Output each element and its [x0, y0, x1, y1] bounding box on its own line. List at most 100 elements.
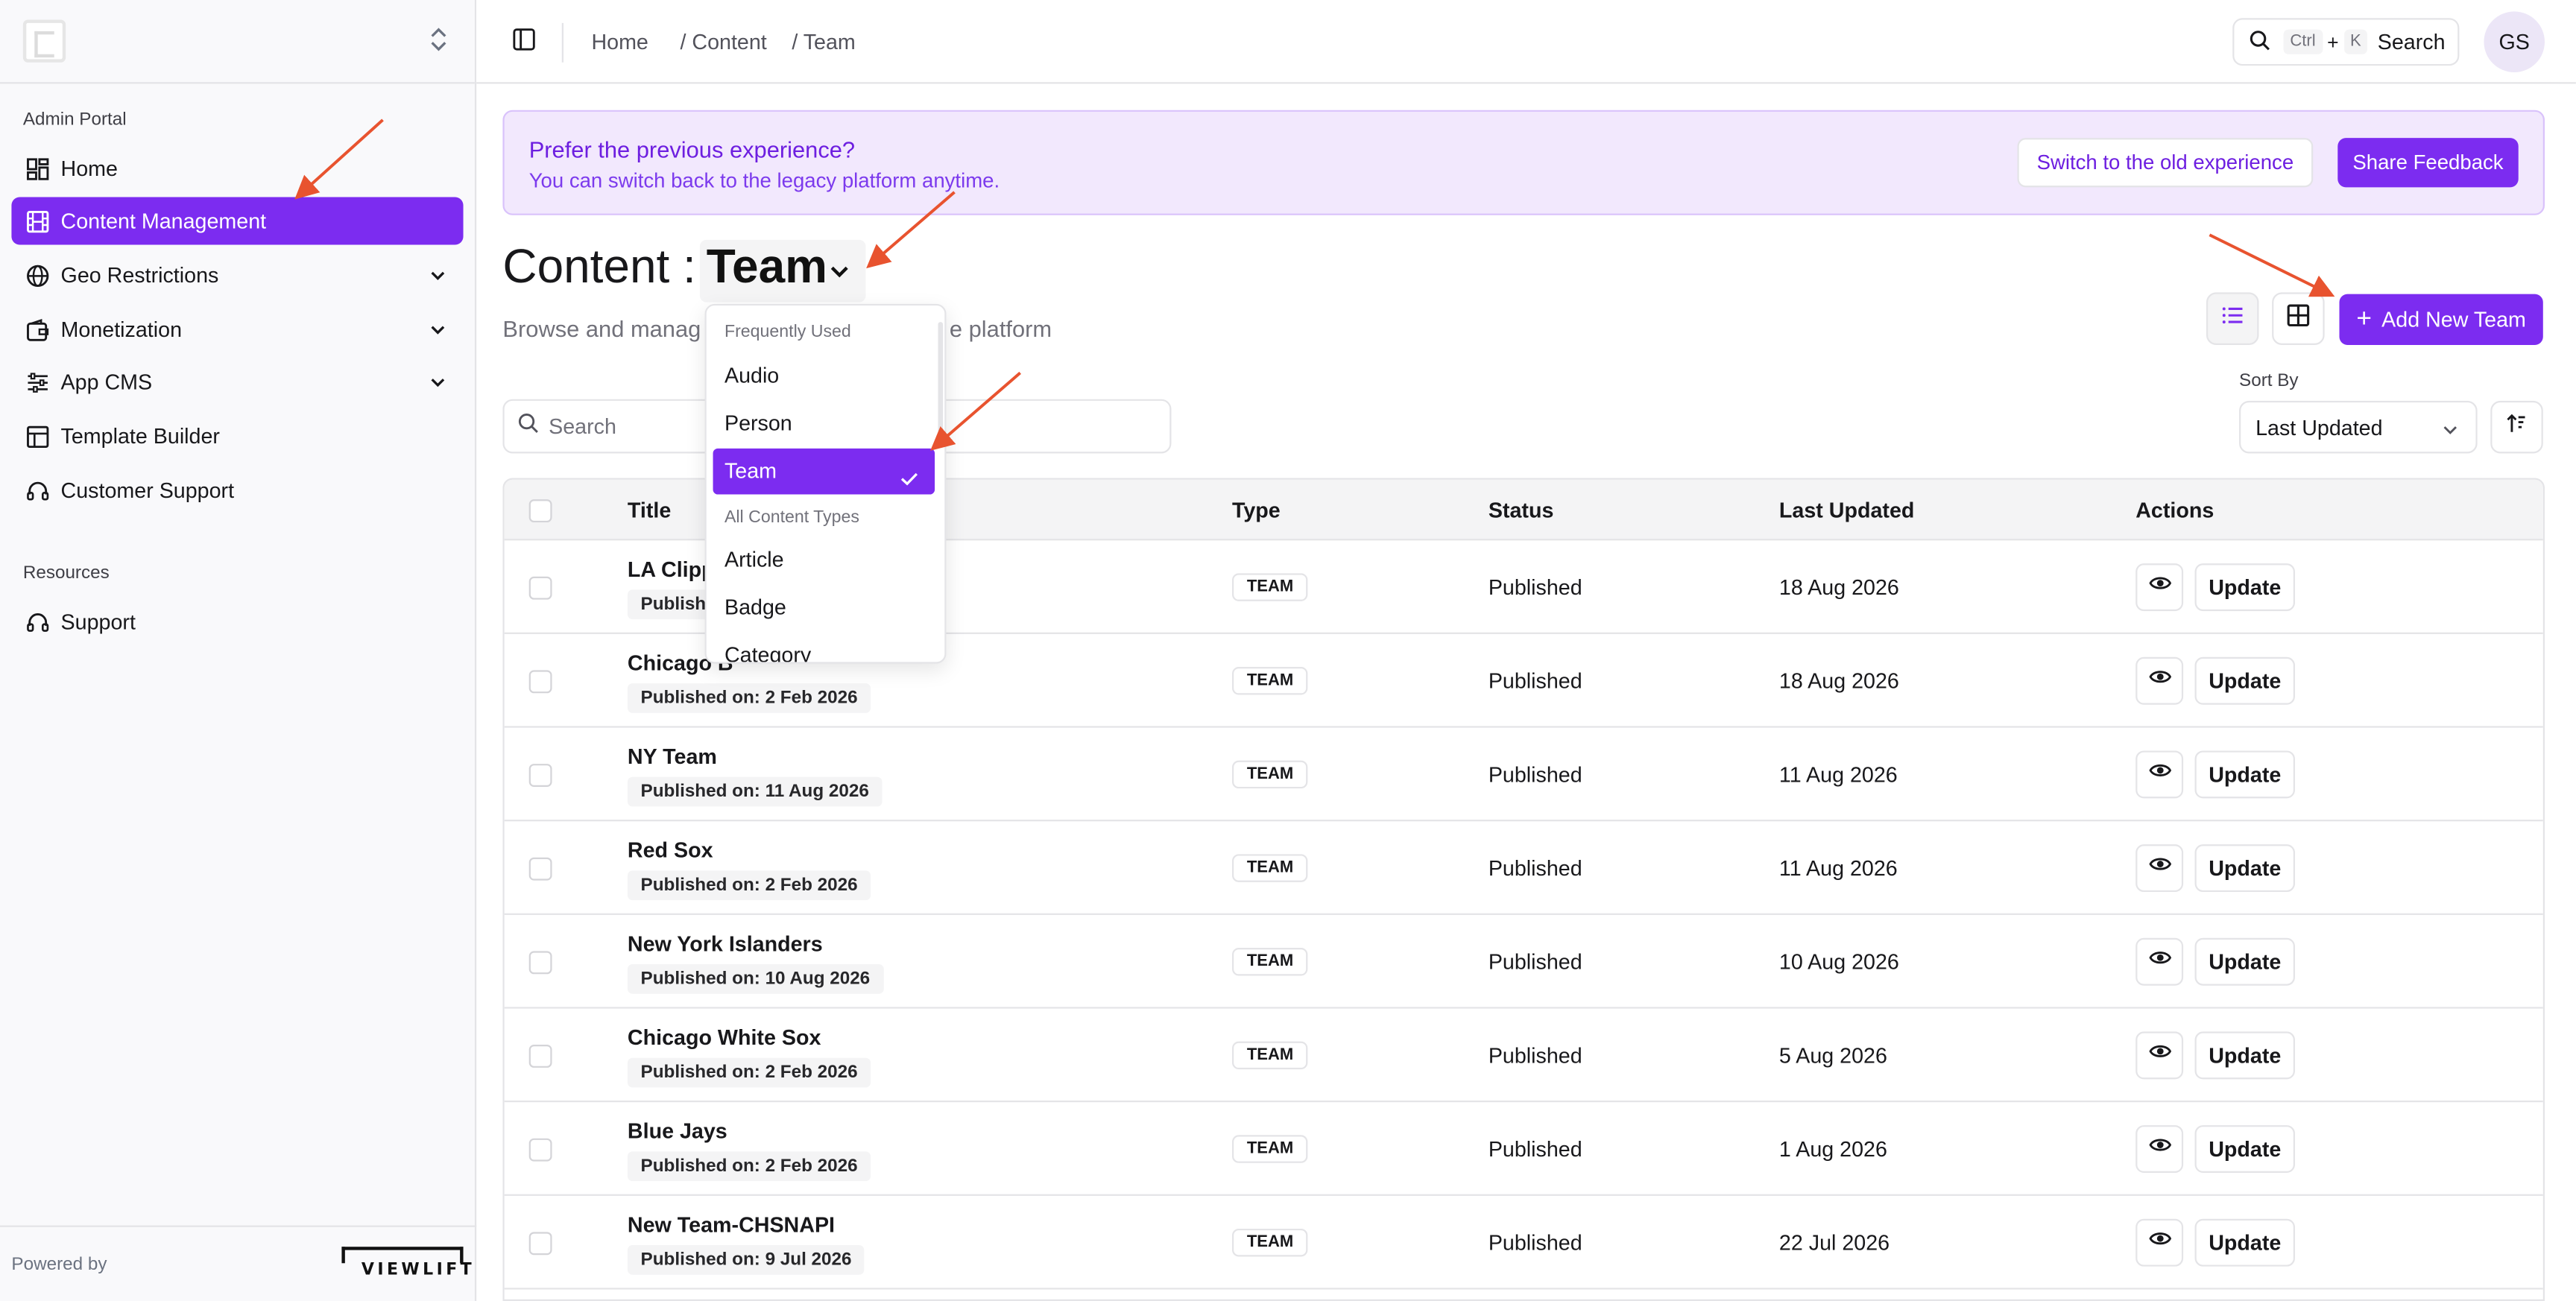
sidebar-item-content-management[interactable]: Content Management: [11, 197, 464, 245]
type-badge: TEAM: [1232, 573, 1309, 601]
sort-order-icon: [2505, 411, 2528, 443]
view-button[interactable]: [2135, 1218, 2184, 1267]
update-button[interactable]: Update: [2194, 750, 2295, 799]
update-button[interactable]: Update: [2194, 563, 2295, 612]
view-button[interactable]: [2135, 1125, 2184, 1174]
sidebar-toggle-icon[interactable]: [513, 28, 539, 54]
row-checkbox[interactable]: [528, 670, 552, 694]
update-button[interactable]: Update: [2194, 656, 2295, 705]
sidebar-item-template-builder[interactable]: Template Builder: [11, 412, 463, 460]
grid-view-button[interactable]: [2272, 292, 2325, 345]
update-button[interactable]: Update: [2194, 1218, 2295, 1267]
dropdown-scrollbar[interactable]: [938, 322, 944, 437]
update-button[interactable]: Update: [2194, 937, 2295, 986]
app-root: Admin Portal Home Content Management Geo…: [0, 0, 2576, 1301]
switch-old-experience-button[interactable]: Switch to the old experience: [2017, 138, 2314, 188]
row-title[interactable]: Red Sox: [628, 838, 713, 862]
update-button[interactable]: Update: [2194, 1031, 2295, 1080]
row-title[interactable]: Blue Jays: [628, 1118, 727, 1143]
type-badge: TEAM: [1232, 1041, 1309, 1070]
share-feedback-button[interactable]: Share Feedback: [2337, 138, 2519, 188]
row-checkbox[interactable]: [528, 576, 552, 600]
row-title[interactable]: New York Islanders: [628, 931, 823, 956]
table-row: Blue Jays Published on: 2 Feb 2026 TEAM Pub…: [504, 1102, 2543, 1196]
view-button[interactable]: [2135, 656, 2184, 705]
chevron-down-icon: [429, 265, 446, 289]
row-checkbox[interactable]: [528, 1045, 552, 1068]
dropdown-option-team[interactable]: Team: [713, 448, 935, 495]
sort-by-select[interactable]: Last Updated: [2239, 400, 2478, 454]
sort-direction-button[interactable]: [2490, 400, 2543, 454]
row-title[interactable]: LA Clipp: [628, 557, 715, 581]
select-all-checkbox[interactable]: [528, 499, 552, 523]
column-last-updated[interactable]: Last Updated: [1779, 498, 1914, 522]
update-button[interactable]: Update: [2194, 1125, 2295, 1174]
dropdown-group-frequent: Frequently Used: [724, 322, 851, 342]
row-title[interactable]: NY Team: [628, 744, 717, 769]
eye-icon: [2148, 665, 2171, 697]
status-text: Published: [1488, 668, 1582, 694]
search-input[interactable]: [549, 414, 713, 439]
sidebar-item-geo-restrictions[interactable]: Geo Restrictions: [11, 251, 463, 299]
banner-title: Prefer the previous experience?: [528, 136, 856, 163]
status-text: Published: [1488, 1042, 1582, 1068]
row-title[interactable]: New Team-CHSNAPI: [628, 1212, 835, 1237]
film-icon: [25, 209, 49, 233]
type-badge: TEAM: [1232, 1135, 1309, 1163]
update-button[interactable]: Update: [2194, 844, 2295, 893]
dropdown-option-person[interactable]: Person: [713, 401, 935, 447]
powered-by-label: Powered by: [11, 1255, 107, 1275]
view-button[interactable]: [2135, 1031, 2184, 1080]
status-text: Published: [1488, 574, 1582, 600]
table-row: New York Islanders Published on: 10 Aug 2…: [504, 915, 2543, 1009]
page-subtitle-tail: e platform: [949, 315, 1052, 342]
sidebar: Admin Portal Home Content Management Geo…: [0, 0, 477, 1301]
sidebar-item-app-cms[interactable]: App CMS: [11, 358, 463, 406]
avatar[interactable]: GS: [2484, 11, 2545, 72]
sidebar-item-home[interactable]: Home: [11, 145, 463, 192]
dropdown-option-badge[interactable]: Badge: [713, 585, 935, 631]
eye-icon: [2148, 1133, 2171, 1165]
row-title[interactable]: Chicago White Sox: [628, 1025, 821, 1050]
sidebar-item-customer-support[interactable]: Customer Support: [11, 466, 463, 514]
published-on-badge: Published on: 10 Aug 2026: [627, 964, 883, 994]
last-updated-text: 18 Aug 2026: [1778, 668, 1899, 694]
view-button[interactable]: [2135, 844, 2184, 893]
view-button[interactable]: [2135, 563, 2184, 612]
content-type-select[interactable]: Team: [699, 239, 866, 303]
row-checkbox[interactable]: [528, 1138, 552, 1162]
dropdown-option-article[interactable]: Article: [713, 537, 935, 583]
kbd-k: K: [2343, 29, 2368, 54]
status-text: Published: [1488, 1230, 1582, 1256]
wallet-icon: [25, 317, 49, 341]
column-status[interactable]: Status: [1489, 498, 1554, 522]
view-button[interactable]: [2135, 937, 2184, 986]
sidebar-item-support[interactable]: Support: [11, 598, 463, 645]
sidebar-item-label: App CMS: [60, 370, 153, 395]
row-checkbox[interactable]: [528, 857, 552, 881]
dropdown-option-category[interactable]: Category: [713, 633, 935, 662]
check-icon: [899, 460, 921, 506]
row-checkbox[interactable]: [528, 764, 552, 787]
kbd-plus: +: [2327, 30, 2339, 54]
command-search-button[interactable]: Ctrl + K Search: [2232, 18, 2460, 66]
row-checkbox[interactable]: [528, 1232, 552, 1256]
type-badge: TEAM: [1232, 854, 1309, 882]
eye-icon: [2148, 1039, 2171, 1071]
add-new-team-button[interactable]: + Add New Team: [2339, 294, 2543, 345]
breadcrumb-content[interactable]: / Content: [680, 30, 766, 54]
row-checkbox[interactable]: [528, 951, 552, 975]
last-updated-text: 1 Aug 2026: [1778, 1136, 1887, 1162]
view-button[interactable]: [2135, 750, 2184, 799]
org-switch-icon[interactable]: [424, 25, 454, 60]
list-view-button[interactable]: [2206, 292, 2259, 345]
dropdown-option-audio[interactable]: Audio: [713, 353, 935, 399]
column-type[interactable]: Type: [1232, 498, 1281, 522]
sidebar-item-monetization[interactable]: Monetization: [11, 306, 463, 353]
published-on-badge: Published on: 2 Feb 2026: [627, 870, 871, 901]
column-title[interactable]: Title: [628, 498, 671, 522]
grid-icon: [2287, 303, 2310, 335]
breadcrumb-home[interactable]: Home: [591, 30, 648, 54]
org-logo[interactable]: [22, 19, 66, 63]
chevron-down-icon: [429, 319, 446, 344]
